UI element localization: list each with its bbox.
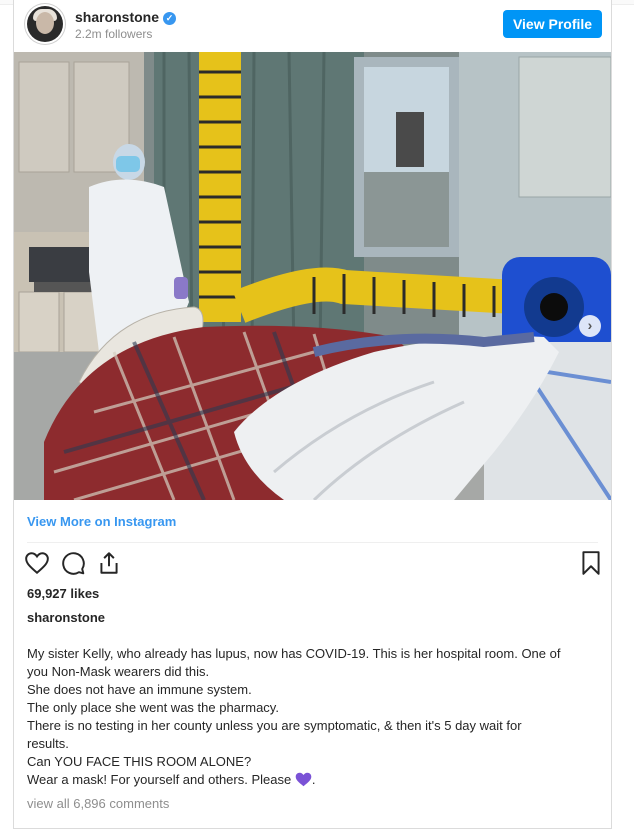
comment-icon[interactable] bbox=[60, 550, 86, 576]
verified-badge-icon: ✓ bbox=[163, 12, 177, 25]
bookmark-icon[interactable] bbox=[578, 550, 604, 576]
post-photo[interactable]: › bbox=[14, 52, 611, 500]
caption-username[interactable]: sharonstone bbox=[27, 610, 105, 625]
share-icon[interactable] bbox=[96, 550, 122, 576]
caption-line: The only place she went was the pharmacy… bbox=[27, 700, 279, 715]
caption-line: Wear a mask! For yourself and others. Pl… bbox=[27, 772, 292, 787]
purple-heart-icon bbox=[295, 772, 312, 787]
profile-avatar[interactable] bbox=[27, 6, 63, 42]
hospital-room-photo bbox=[14, 52, 611, 500]
avatar-face bbox=[36, 12, 54, 34]
like-count[interactable]: 69,927 likes bbox=[27, 586, 99, 601]
caption-period: . bbox=[311, 772, 316, 787]
post-header: sharonstone ✓ 2.2m followers View Profile bbox=[14, 0, 611, 50]
caption-line: There is no testing in her county unless… bbox=[27, 718, 522, 733]
caption-text: My sister Kelly, who already has lupus, … bbox=[27, 645, 607, 789]
action-bar bbox=[14, 550, 611, 580]
username-text[interactable]: sharonstone bbox=[75, 9, 159, 25]
caption-line: Can YOU FACE THIS ROOM ALONE? bbox=[27, 754, 252, 769]
followers-count: 2.2m followers bbox=[75, 27, 153, 41]
caption-line: My sister Kelly, who already has lupus, … bbox=[27, 646, 561, 661]
caption-line: results. bbox=[27, 736, 69, 751]
header-username[interactable]: sharonstone ✓ bbox=[75, 9, 177, 25]
caption-line: She does not have an immune system. bbox=[27, 682, 252, 697]
caption-line: you Non-Mask wearers did this. bbox=[27, 664, 210, 679]
instagram-embed-card: sharonstone ✓ 2.2m followers View Profile bbox=[13, 0, 612, 829]
chevron-right-icon[interactable]: › bbox=[579, 315, 601, 337]
caption-line-last: Wear a mask! For yourself and others. Pl… bbox=[27, 771, 607, 789]
view-profile-button[interactable]: View Profile bbox=[503, 10, 602, 38]
divider bbox=[27, 542, 598, 543]
view-more-link[interactable]: View More on Instagram bbox=[27, 514, 176, 529]
heart-icon[interactable] bbox=[24, 550, 50, 576]
view-comments-link[interactable]: view all 6,896 comments bbox=[27, 796, 169, 811]
